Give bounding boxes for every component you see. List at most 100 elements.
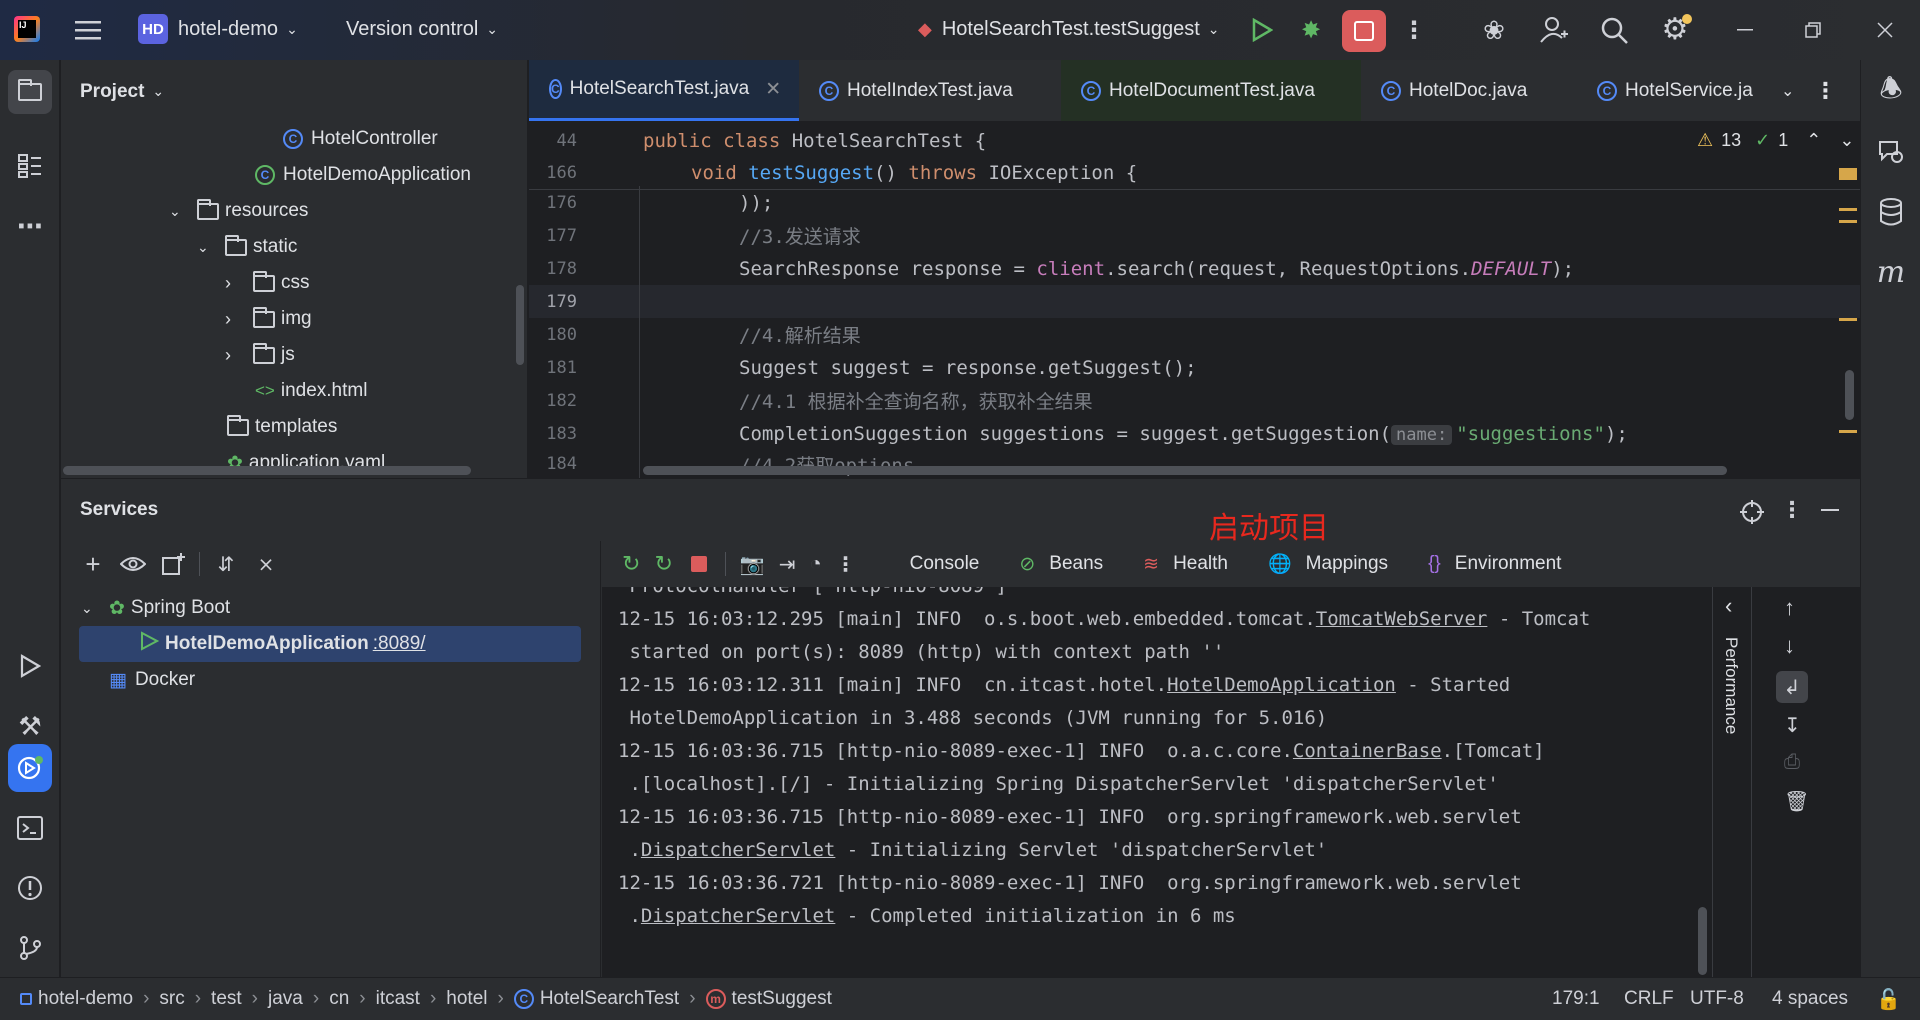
tree-item-docker[interactable]: ▦ Docker [109,662,195,698]
tree-item-hoteldemoapplication-selected[interactable]: HotelDemoApplication :8089/ [79,626,581,662]
build-hammer-icon[interactable]: ⚒ [8,704,52,748]
performance-side-tab[interactable]: ‹ Performance [1712,587,1752,978]
scroll-to-end-icon[interactable]: ↧ [1784,713,1801,738]
run-icon[interactable] [1248,16,1276,44]
tab-environment[interactable]: Environment [1455,553,1562,575]
breadcrumb-item[interactable]: testSuggest [732,988,832,1010]
main-menu-icon[interactable] [74,16,102,44]
tree-item[interactable]: templates [227,409,337,445]
console-scrollbar[interactable] [1698,907,1707,975]
tree-item[interactable]: › js [225,337,295,373]
tab-beans[interactable]: Beans [1049,553,1103,575]
search-icon[interactable] [1598,14,1630,46]
structure-icon[interactable] [8,144,52,188]
code-line-176[interactable]: 176 )); [529,186,1860,219]
tab-health[interactable]: Health [1173,553,1228,575]
unlock-icon[interactable]: 🔓 [1876,987,1901,1012]
gauge-icon[interactable]: ◔ [810,553,822,576]
close-tab-icon[interactable]: ✕ [765,78,781,101]
app-port-link[interactable]: :8089/ [373,633,426,655]
rerun-icon[interactable]: ↻ [622,551,640,577]
code-line-179-current[interactable]: 179 [529,285,1860,318]
cursor-position[interactable]: 179:1 [1552,988,1600,1010]
tab-list-chevron-icon[interactable]: ⌄ [1769,60,1806,121]
ai-chat-icon[interactable] [1869,130,1913,174]
project-panel-header[interactable]: Project ⌄ [61,60,527,123]
notifications-bell-icon[interactable]: 🕭 [1869,70,1913,114]
eye-icon[interactable] [119,555,147,573]
tree-item[interactable]: ✿ application.yaml [227,445,385,481]
tree-item-spring-boot[interactable]: ⌄ ✿ Spring Boot [81,590,230,626]
restore-icon[interactable] [1798,16,1828,44]
run-tool-icon[interactable] [8,644,52,688]
trash-icon[interactable]: 🗑 [1784,789,1809,814]
file-encoding[interactable]: UTF-8 [1690,988,1744,1010]
prev-highlight-icon[interactable]: ⌃ [1806,130,1821,151]
breadcrumb-item[interactable]: itcast [376,988,420,1010]
tree-item[interactable]: › img [225,301,312,337]
stop-button[interactable] [1342,10,1386,52]
ai-assistant-icon[interactable]: ❀ [1478,14,1510,46]
problems-icon[interactable] [8,866,52,910]
code-line-183[interactable]: 183 CompletionSuggestion suggestions = s… [529,417,1860,450]
breadcrumb-item[interactable]: src [159,988,184,1010]
collapse-all-icon[interactable]: ⨯ [252,552,280,577]
vertical-scrollbar[interactable] [516,285,524,365]
breadcrumb-item[interactable]: HotelSearchTest [540,988,679,1010]
more-vertical-icon[interactable]: ⋮ [1806,60,1844,121]
git-branch-icon[interactable] [8,926,52,970]
code-line-178[interactable]: 178 SearchResponse response = client.sea… [529,252,1860,285]
console-output[interactable]: ProtocolHandler ["http-nio-8089"] 12-15 … [602,587,1712,978]
tree-item[interactable]: ⌄ resources [169,193,308,229]
breadcrumb-item[interactable]: hotel [446,988,487,1010]
breadcrumb-item[interactable]: cn [329,988,349,1010]
tab-hotelservice[interactable]: C HotelService.ja [1577,60,1769,121]
vertical-scrollbar[interactable] [1845,370,1854,420]
tab-hotelindextest[interactable]: C HotelIndexTest.java [799,60,1061,121]
app-logo-icon[interactable]: IJ [14,16,40,42]
run-config-selector[interactable]: ◆ HotelSearchTest.testSuggest ⌄ [918,18,1220,41]
tab-hoteldocumenttest[interactable]: C HotelDocumentTest.java [1061,60,1361,121]
horizontal-scrollbar[interactable] [63,466,471,475]
scroll-down-icon[interactable]: ↓ [1784,633,1795,659]
tab-mappings[interactable]: Mappings [1306,553,1388,575]
indent-setting[interactable]: 4 spaces [1772,988,1848,1010]
rerun-debug-icon[interactable]: ↻ [654,551,672,577]
target-icon[interactable] [1739,499,1765,525]
tree-item[interactable]: ⌄ static [197,229,297,265]
horizontal-scrollbar[interactable] [643,466,1727,475]
minimize-icon[interactable] [1730,16,1760,44]
camera-icon[interactable]: 📷 [740,552,765,577]
tree-item[interactable]: › css [225,265,310,301]
code-line-44[interactable]: 44 public class HotelSearchTest { [529,124,1860,157]
more-vertical-icon[interactable]: ⋮ [836,552,856,577]
next-highlight-icon[interactable]: ⌄ [1839,130,1854,151]
project-folder-icon[interactable] [8,70,52,114]
tree-item[interactable]: C HotelDemoApplication [255,157,471,193]
new-group-icon[interactable] [159,552,187,576]
tab-console[interactable]: Console [910,553,980,575]
hide-panel-icon[interactable] [1819,497,1841,523]
debug-icon[interactable]: ✸ [1296,16,1326,44]
inspections-widget[interactable]: ⚠ 13 ✓ 1 ⌃ ⌄ [1697,130,1854,151]
print-icon[interactable]: ⎙ [1784,751,1800,774]
project-selector[interactable]: HD hotel-demo ⌄ [138,14,298,44]
maven-icon[interactable]: m [1869,250,1913,294]
terminal-icon[interactable] [8,806,52,850]
close-window-icon[interactable] [1870,16,1900,44]
code-line-181[interactable]: 181 Suggest suggest = response.getSugges… [529,351,1860,384]
scroll-up-icon[interactable]: ↑ [1784,595,1795,621]
stop-service-icon[interactable] [690,556,707,572]
add-service-icon[interactable]: + [79,549,107,580]
services-tool-icon[interactable] [8,744,52,792]
code-line-180[interactable]: 180 //4.解析结果 [529,318,1860,351]
database-icon[interactable] [1869,190,1913,234]
tree-item[interactable]: <> index.html [255,373,367,409]
add-user-icon[interactable] [1538,14,1570,46]
breadcrumb-item[interactable]: java [268,988,303,1010]
breadcrumb-item[interactable]: hotel-demo [38,988,133,1010]
breadcrumb-item[interactable]: test [211,988,242,1010]
more-vertical-icon[interactable]: ⋮ [1781,497,1803,523]
exit-icon[interactable]: ⇥ [779,552,796,577]
tab-hotelsearchtest[interactable]: C HotelSearchTest.java ✕ [529,60,799,121]
